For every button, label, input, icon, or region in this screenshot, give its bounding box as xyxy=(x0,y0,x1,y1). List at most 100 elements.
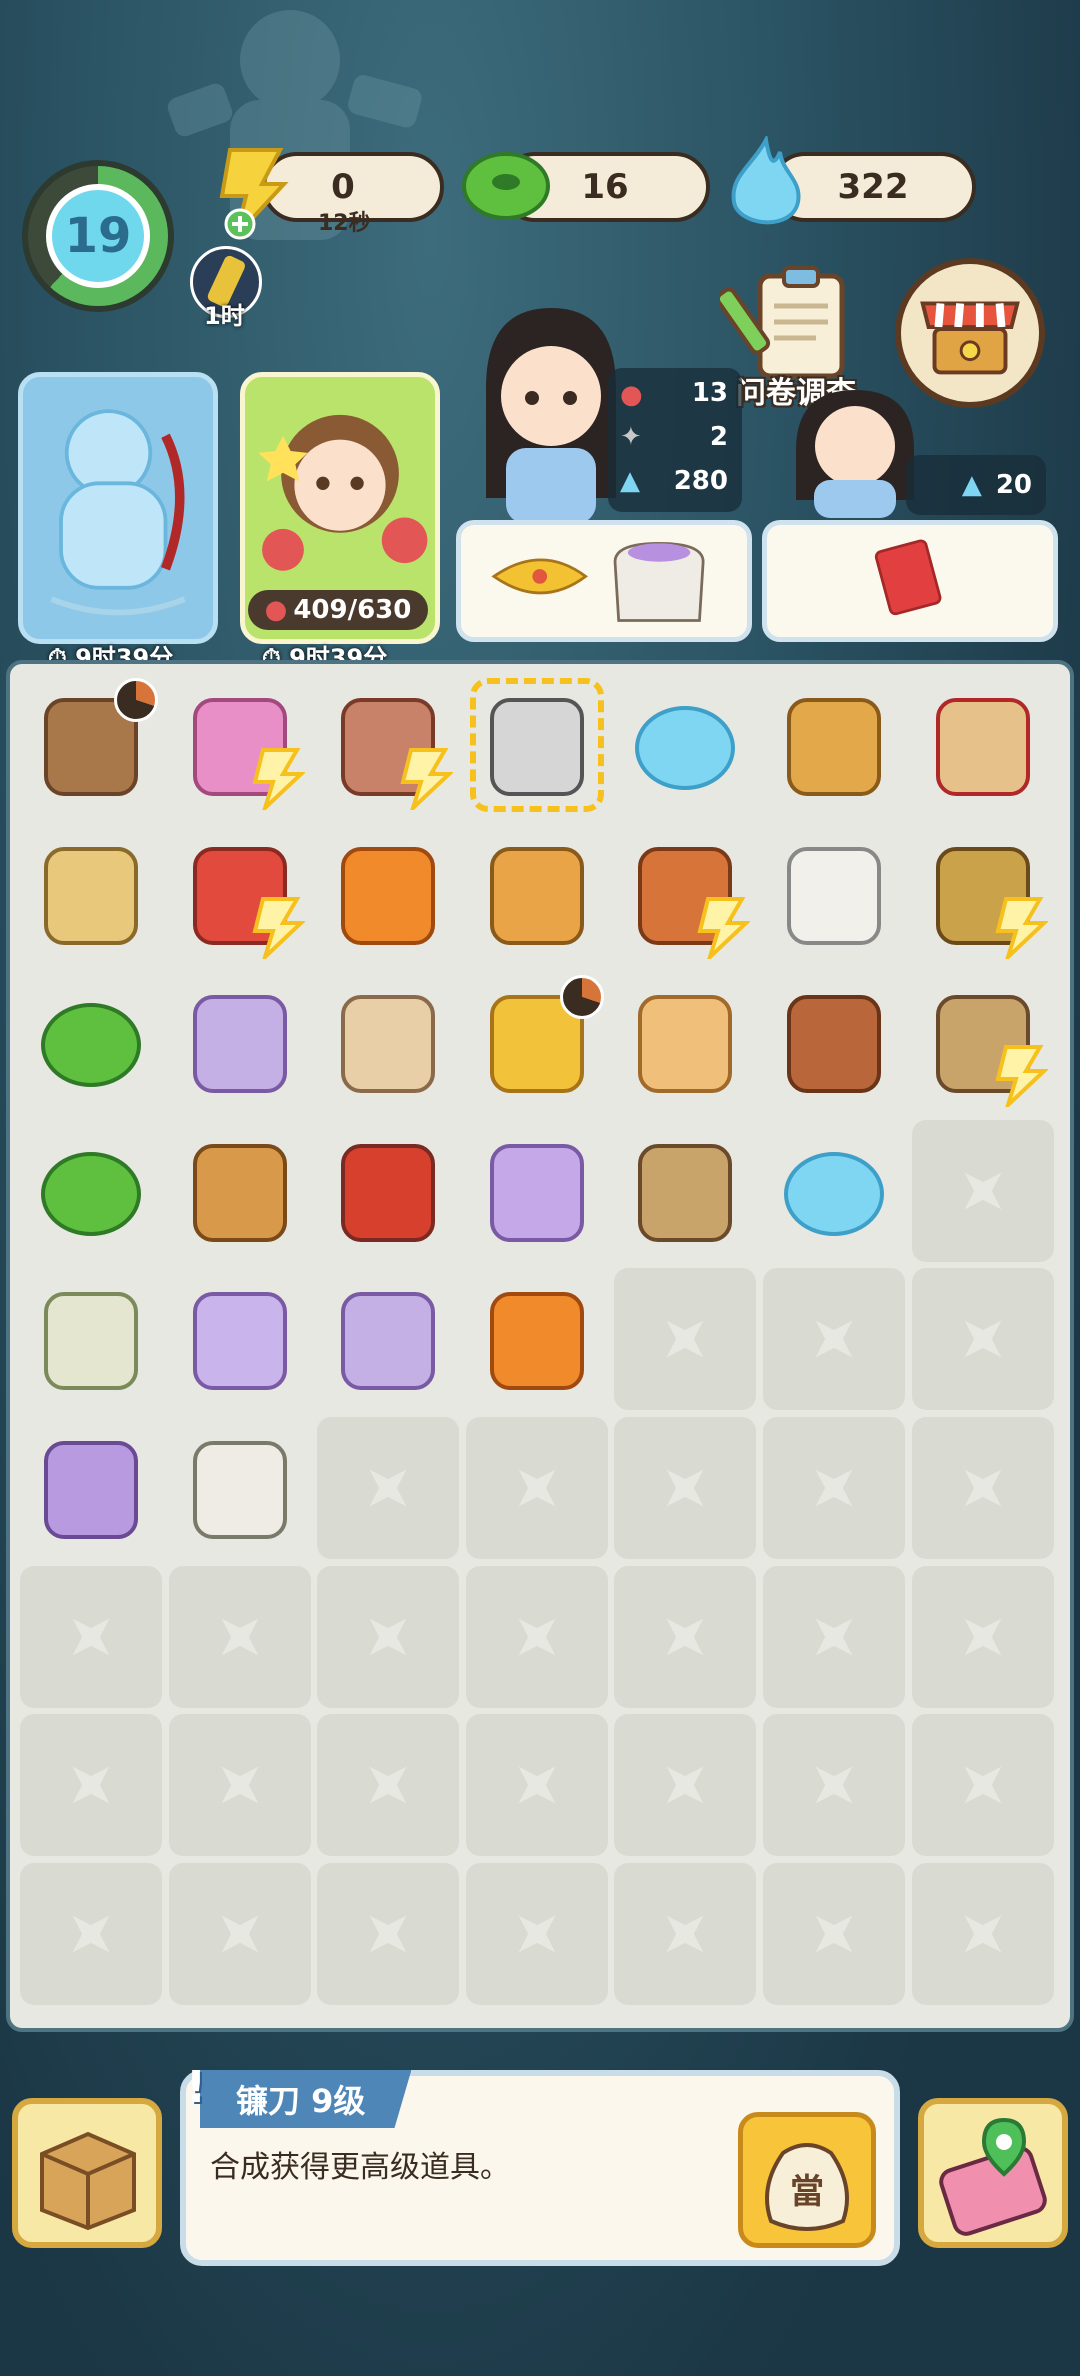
board-cell[interactable] xyxy=(614,1268,757,1411)
seed-sack-item xyxy=(44,1292,138,1391)
board-cell[interactable] xyxy=(317,1120,459,1262)
npc2-stat-flames: 20 xyxy=(995,470,1032,500)
board-cell[interactable] xyxy=(912,674,1054,816)
board-cell[interactable] xyxy=(763,971,905,1113)
board-cell[interactable] xyxy=(20,971,162,1113)
npc1-stat-flames: 280 xyxy=(673,466,728,496)
board-cell[interactable] xyxy=(20,1565,162,1708)
honey-bag-item xyxy=(192,1143,287,1242)
order-card-1[interactable] xyxy=(456,520,752,642)
pawn-glyph: 當 xyxy=(790,2172,824,2212)
empty-slot-sparkle-icon xyxy=(649,1600,723,1674)
board-cell[interactable] xyxy=(763,1862,905,2005)
board-cell[interactable] xyxy=(912,823,1054,965)
board-cell[interactable] xyxy=(317,1417,460,1559)
board-cell[interactable] xyxy=(169,1268,311,1410)
board-cell[interactable] xyxy=(169,971,311,1113)
board-cell[interactable] xyxy=(466,823,608,965)
map-phone-button[interactable] xyxy=(918,2098,1068,2248)
cooldown-timer-icon xyxy=(559,975,604,1020)
energy-bolt-badge-icon xyxy=(400,748,454,810)
character-progress-text: 409/630 xyxy=(293,595,412,625)
board-cell[interactable] xyxy=(763,1714,905,1857)
board-cell[interactable] xyxy=(169,1417,311,1559)
board-cell[interactable] xyxy=(911,1565,1054,1708)
npc1-stats-panel: ● 13 ✦ 2 ▲ 280 xyxy=(608,368,742,512)
board-cell[interactable] xyxy=(911,1417,1054,1559)
board-cell[interactable] xyxy=(614,1714,757,1857)
board-cell[interactable] xyxy=(317,823,459,965)
board-cell[interactable] xyxy=(911,1268,1054,1411)
board-cell[interactable] xyxy=(763,1268,905,1411)
board-cell[interactable] xyxy=(911,1862,1054,2005)
board-cell[interactable] xyxy=(763,1417,905,1559)
board-cell[interactable] xyxy=(20,674,162,816)
board-cell[interactable] xyxy=(614,674,756,816)
board-cell[interactable] xyxy=(317,1268,459,1410)
board-cell[interactable] xyxy=(317,1714,460,1857)
empty-slot-sparkle-icon xyxy=(203,1748,277,1822)
board-cell[interactable] xyxy=(466,1120,608,1262)
board-cell[interactable] xyxy=(465,1417,608,1559)
board-cell[interactable] xyxy=(169,823,311,965)
empty-slot-sparkle-icon xyxy=(500,1451,574,1525)
board-cell[interactable] xyxy=(465,1862,608,2005)
board-cell[interactable] xyxy=(317,674,459,816)
board-cell[interactable] xyxy=(466,1268,608,1410)
board-cell[interactable] xyxy=(20,1417,162,1559)
board-cell[interactable] xyxy=(614,1417,757,1559)
board-cell[interactable] xyxy=(20,823,162,965)
board-cell[interactable] xyxy=(317,971,459,1113)
board-cell[interactable] xyxy=(614,1862,757,2005)
inventory-box-button[interactable] xyxy=(12,2098,162,2248)
sell-pawn-button[interactable]: 當 xyxy=(738,2112,876,2248)
cooldown-timer-icon xyxy=(114,678,158,722)
empty-slot-sparkle-icon xyxy=(54,1897,128,1971)
energy-bolt-badge-icon xyxy=(995,1045,1048,1108)
board-cell[interactable] xyxy=(614,1120,756,1262)
npc1-stat-sickle: 2 xyxy=(709,422,728,452)
board-cell[interactable] xyxy=(614,823,756,965)
board-cell[interactable] xyxy=(20,1268,162,1410)
empty-slot-sparkle-icon xyxy=(946,1303,1020,1377)
player-level-ring[interactable]: 19 xyxy=(22,160,174,312)
order-card-2[interactable] xyxy=(762,520,1058,642)
board-cell[interactable] xyxy=(20,1714,162,1857)
flower-tin-item xyxy=(192,995,287,1094)
board-cell[interactable] xyxy=(169,1120,311,1262)
board-cell[interactable] xyxy=(912,971,1054,1113)
item-title: 镰刀 9级 xyxy=(200,2070,412,2128)
board-cell[interactable] xyxy=(614,971,756,1113)
board-cell[interactable] xyxy=(911,1119,1054,1262)
item-description: 合成获得更高级道具。 xyxy=(210,2150,510,2185)
board-cell[interactable] xyxy=(168,1862,311,2005)
green-coins-item xyxy=(41,1003,141,1088)
board-cell[interactable] xyxy=(317,1565,460,1708)
jam-jar-item xyxy=(192,1292,287,1391)
board-cell[interactable] xyxy=(763,1120,905,1262)
energy-bolt-badge-icon xyxy=(252,748,305,810)
empty-slot-sparkle-icon xyxy=(649,1451,723,1525)
board-cell[interactable] xyxy=(763,823,905,965)
board-cell[interactable] xyxy=(317,1862,460,2005)
board-cell[interactable] xyxy=(465,1565,608,1708)
empty-slot-sparkle-icon xyxy=(351,1897,425,1971)
board-cell[interactable] xyxy=(465,1714,608,1857)
board-cell[interactable] xyxy=(466,674,608,816)
board-cell[interactable] xyxy=(169,674,311,816)
board-cell[interactable] xyxy=(168,1714,311,1857)
scissors-item xyxy=(341,1143,436,1242)
statue-card[interactable] xyxy=(18,372,218,644)
board-cell[interactable] xyxy=(466,971,608,1113)
order-items xyxy=(491,541,705,622)
blue-flames-item xyxy=(635,706,736,790)
board-cell[interactable] xyxy=(614,1565,757,1708)
board-cell[interactable] xyxy=(20,1862,162,2005)
board-cell[interactable] xyxy=(911,1714,1054,1857)
tea-package-item xyxy=(638,1143,733,1242)
board-cell[interactable] xyxy=(763,674,905,816)
blue-flames-item xyxy=(784,1151,884,1236)
board-cell[interactable] xyxy=(763,1565,905,1708)
board-cell[interactable] xyxy=(20,1120,162,1262)
board-cell[interactable] xyxy=(168,1565,311,1708)
